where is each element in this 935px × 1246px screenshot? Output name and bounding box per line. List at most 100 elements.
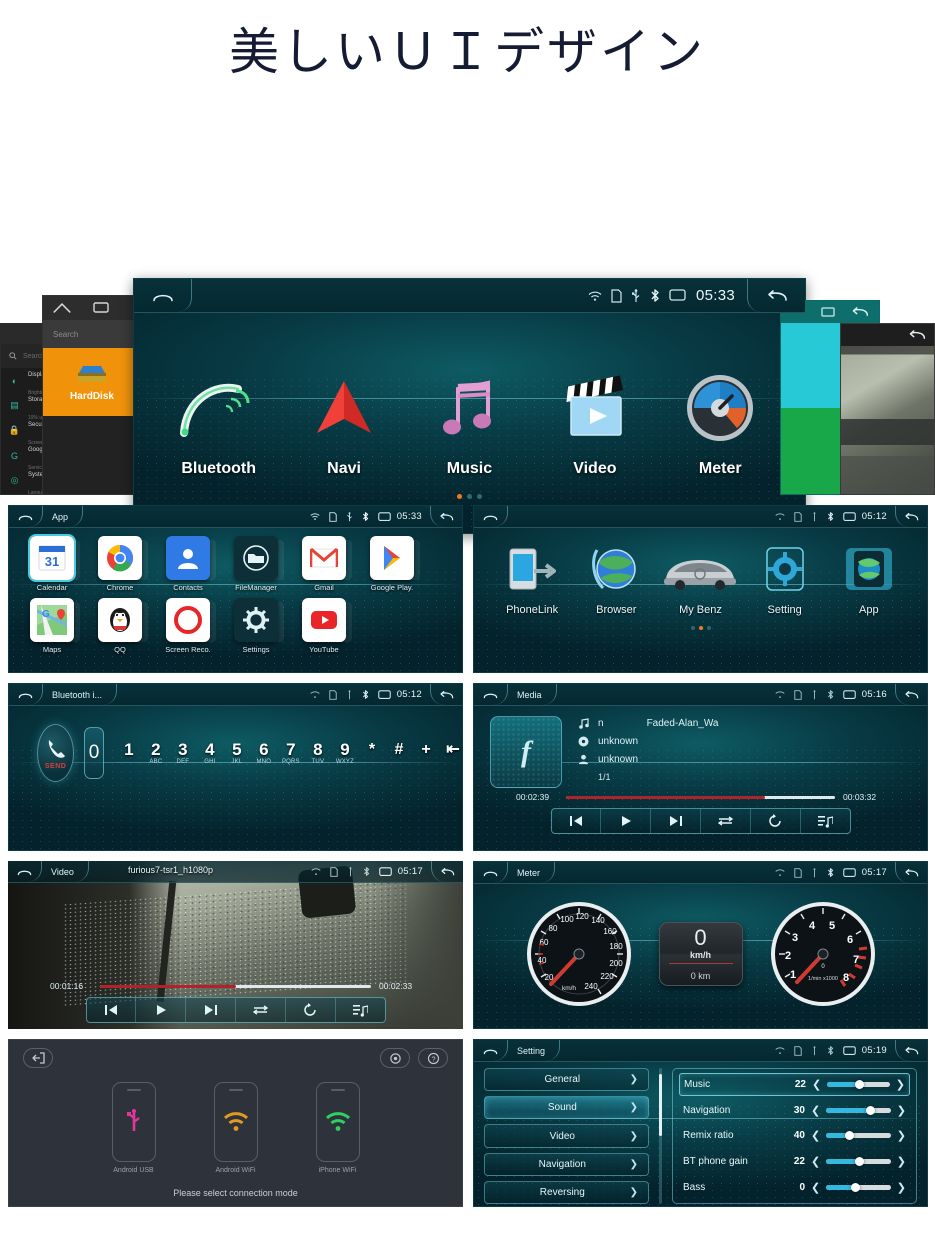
play-button[interactable]: [136, 998, 187, 1022]
app-item-youtube[interactable]: YouTube: [295, 598, 353, 654]
dial-key[interactable]: 3 DEF: [174, 741, 192, 766]
slider-row[interactable]: Navigation 30 ❮ ❯: [679, 1099, 910, 1122]
mini-files-search[interactable]: Search: [43, 320, 141, 348]
back-button[interactable]: [895, 862, 927, 883]
increase-button[interactable]: ❯: [897, 1104, 906, 1117]
hero-app-navi[interactable]: Navi: [287, 362, 402, 478]
slider-track[interactable]: [827, 1080, 890, 1090]
help-icon[interactable]: ?: [418, 1048, 448, 1068]
increase-button[interactable]: ❯: [896, 1078, 905, 1091]
previous-button[interactable]: [552, 809, 602, 833]
app-item-chrome[interactable]: Chrome: [91, 536, 149, 592]
slider-row[interactable]: Bass 0 ❮ ❯: [679, 1176, 910, 1199]
home-button[interactable]: [9, 506, 43, 527]
backspace-icon[interactable]: ⇤: [444, 741, 462, 759]
dial-key-plus[interactable]: +: [417, 741, 435, 759]
hero-app-video[interactable]: Video: [537, 362, 652, 478]
connection-mode-android-usb[interactable]: Android USB: [111, 1082, 156, 1174]
slider-track[interactable]: [826, 1157, 891, 1167]
decrease-button[interactable]: ❮: [811, 1104, 820, 1117]
app-item-filemanager[interactable]: FileManager: [227, 536, 285, 592]
playlist-button[interactable]: [801, 809, 850, 833]
dial-key-hash[interactable]: #: [390, 741, 408, 759]
next-button[interactable]: [186, 998, 236, 1022]
home-button[interactable]: [474, 684, 508, 705]
back-button[interactable]: [895, 684, 927, 705]
home2-app-browser[interactable]: Browser: [574, 538, 658, 616]
setting-menu-general[interactable]: General ❯: [484, 1068, 649, 1092]
app-item-google-play[interactable]: Google Play.: [363, 536, 421, 592]
slider-row[interactable]: BT phone gain 22 ❮ ❯: [679, 1150, 910, 1173]
home-button[interactable]: [9, 684, 43, 705]
progress-track[interactable]: [566, 795, 835, 799]
increase-button[interactable]: ❯: [897, 1181, 906, 1194]
page-dot[interactable]: [467, 494, 472, 499]
hero-app-bluetooth[interactable]: Bluetooth: [161, 362, 276, 478]
back-button[interactable]: [895, 506, 927, 527]
dial-key[interactable]: 5 JKL: [228, 741, 246, 766]
setting-menu-video[interactable]: Video ❯: [484, 1124, 649, 1148]
next-button[interactable]: [651, 809, 701, 833]
increase-button[interactable]: ❯: [897, 1155, 906, 1168]
home-button[interactable]: [8, 861, 42, 882]
slider-knob[interactable]: [844, 1131, 854, 1141]
slider-knob[interactable]: [850, 1182, 860, 1192]
back-button[interactable]: [430, 684, 462, 705]
page-dot[interactable]: [706, 626, 711, 630]
app-item-qq[interactable]: QQ: [91, 598, 149, 654]
home2-app-my-benz[interactable]: My Benz: [658, 538, 742, 616]
send-call-button[interactable]: SEND: [37, 724, 75, 782]
home2-app-phonelink[interactable]: PhoneLink: [490, 538, 574, 616]
page-dot[interactable]: [698, 626, 703, 630]
previous-button[interactable]: [87, 998, 137, 1022]
home2-app-setting[interactable]: Setting: [743, 538, 827, 616]
dialer-display[interactable]: 0: [84, 727, 104, 779]
app-item-maps[interactable]: G Maps: [23, 598, 81, 654]
app-item-screen-recorder[interactable]: Screen Reco.: [159, 598, 217, 654]
app-item-calendar[interactable]: 31 Calendar: [23, 534, 81, 592]
back-button[interactable]: [430, 506, 462, 527]
decrease-button[interactable]: ❮: [811, 1129, 820, 1142]
slider-track[interactable]: [826, 1131, 891, 1141]
repeat-button[interactable]: [751, 809, 801, 833]
dial-key[interactable]: 4 GHI: [201, 741, 219, 766]
connection-mode-iphone-wifi[interactable]: iPhone WiFi: [315, 1082, 360, 1174]
increase-button[interactable]: ❯: [897, 1129, 906, 1142]
hero-app-meter[interactable]: Meter: [663, 362, 778, 478]
repeat-button[interactable]: [286, 998, 336, 1022]
setting-menu-reversing[interactable]: Reversing ❯: [484, 1180, 649, 1205]
dial-key[interactable]: 2 ABC: [147, 741, 165, 766]
slider-row[interactable]: Remix ratio 40 ❮ ❯: [679, 1124, 910, 1147]
menu-scrollbar[interactable]: [659, 1068, 662, 1204]
home-button[interactable]: [474, 1040, 508, 1061]
progress-track[interactable]: [100, 984, 371, 988]
home-button[interactable]: [474, 862, 508, 883]
home-button[interactable]: [474, 506, 508, 527]
dial-key[interactable]: 7 PQRS: [282, 741, 300, 766]
app-item-settings[interactable]: Settings: [227, 598, 285, 654]
dial-key-star[interactable]: *: [363, 741, 381, 759]
playlist-button[interactable]: [336, 998, 385, 1022]
slider-knob[interactable]: [855, 1080, 865, 1090]
back-button[interactable]: [895, 1040, 927, 1061]
slider-knob[interactable]: [855, 1157, 865, 1167]
home2-app-app[interactable]: App: [827, 538, 911, 616]
page-dot[interactable]: [477, 494, 482, 499]
decrease-button[interactable]: ❮: [812, 1078, 821, 1091]
app-item-contacts[interactable]: Contacts: [159, 536, 217, 592]
hero-app-music[interactable]: Music: [412, 362, 527, 478]
play-button[interactable]: [601, 809, 652, 833]
connection-mode-android-wifi[interactable]: Android WiFi: [213, 1082, 258, 1174]
dial-key[interactable]: 6 MNO: [255, 741, 273, 766]
page-dot[interactable]: [457, 494, 462, 499]
back-button[interactable]: [747, 279, 805, 312]
decrease-button[interactable]: ❮: [811, 1181, 820, 1194]
dial-key[interactable]: 1: [120, 741, 138, 759]
harddisk-tile[interactable]: HardDisk: [43, 348, 141, 416]
exit-icon[interactable]: [23, 1048, 53, 1068]
slider-knob[interactable]: [865, 1105, 875, 1115]
playmode-button[interactable]: [701, 809, 751, 833]
settings-icon[interactable]: [380, 1048, 410, 1068]
home-button[interactable]: [134, 279, 192, 312]
slider-row[interactable]: Music 22 ❮ ❯: [679, 1073, 910, 1097]
